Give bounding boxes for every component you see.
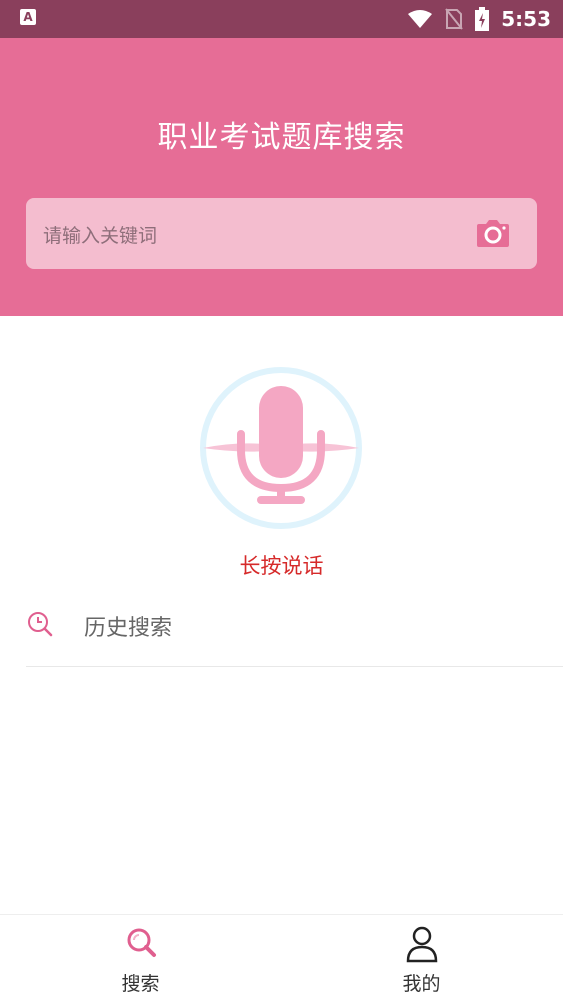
- search-input[interactable]: 请输入关键词: [26, 198, 537, 269]
- nav-item-mine[interactable]: 我的: [281, 915, 562, 1001]
- hold-to-speak-label: 长按说话: [239, 554, 324, 578]
- status-bar: A 5:53: [0, 0, 563, 38]
- nav-item-search[interactable]: 搜索: [0, 915, 281, 1001]
- history-label: 历史搜索: [84, 616, 173, 641]
- search-icon: [127, 928, 156, 957]
- header: 职业考试题库搜索 请输入关键词: [0, 38, 563, 316]
- no-sim-icon: [445, 8, 464, 30]
- nav-label-mine: 我的: [402, 973, 441, 995]
- battery-charging-icon: [475, 7, 490, 31]
- history-clock-search-icon: [26, 610, 54, 638]
- search-history-row[interactable]: 历史搜索: [26, 590, 563, 667]
- bottom-nav: 搜索 我的: [0, 914, 563, 1001]
- camera-icon: [477, 220, 509, 247]
- voice-record-button[interactable]: [199, 366, 363, 530]
- page-title: 职业考试题库搜索: [157, 120, 406, 155]
- camera-button[interactable]: [475, 216, 511, 252]
- user-icon: [406, 926, 438, 963]
- status-time: 5:53: [501, 7, 551, 31]
- notification-app-icon: A: [20, 9, 36, 25]
- search-placeholder: 请输入关键词: [43, 225, 158, 247]
- status-icons: 5:53: [407, 0, 551, 38]
- microphone-icon: [200, 367, 362, 529]
- wifi-icon: [408, 10, 433, 28]
- nav-label-search: 搜索: [121, 973, 160, 995]
